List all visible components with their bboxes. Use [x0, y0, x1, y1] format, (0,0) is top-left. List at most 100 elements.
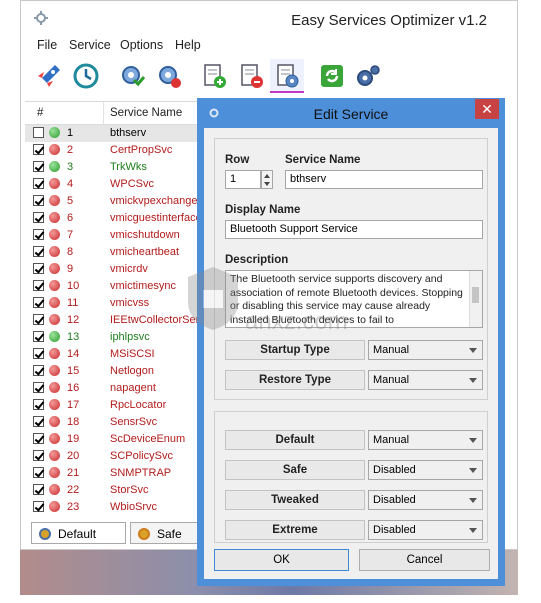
- table-row[interactable]: 17 RpcLocator: [25, 397, 210, 414]
- tab-safe-label: Safe: [157, 527, 182, 541]
- row-checkbox[interactable]: [33, 450, 44, 461]
- add-service-button[interactable]: [197, 59, 231, 93]
- row-checkbox[interactable]: [33, 348, 44, 359]
- row-checkbox[interactable]: [33, 484, 44, 495]
- row-checkbox[interactable]: [33, 263, 44, 274]
- row-checkbox[interactable]: [33, 331, 44, 342]
- row-checkbox[interactable]: [33, 365, 44, 376]
- row-checkbox[interactable]: [33, 127, 44, 138]
- table-row[interactable]: 14 MSiSCSI: [25, 346, 210, 363]
- settings-button[interactable]: [351, 59, 385, 93]
- column-service-name[interactable]: Service Name: [110, 107, 182, 119]
- doc-edit-icon: [277, 64, 299, 88]
- startup-type-select[interactable]: Manual: [368, 340, 483, 360]
- menu-options[interactable]: Options: [120, 38, 163, 52]
- row-checkbox[interactable]: [33, 314, 44, 325]
- table-row[interactable]: 19 ScDeviceEnum: [25, 431, 210, 448]
- optimize-button[interactable]: [32, 59, 66, 93]
- remove-service-button[interactable]: [234, 59, 268, 93]
- extreme-select[interactable]: Disabled: [368, 520, 483, 540]
- row-checkbox[interactable]: [33, 467, 44, 478]
- service-name-field[interactable]: bthserv: [285, 170, 483, 189]
- table-row[interactable]: 13 iphlpsvc: [25, 329, 210, 346]
- row-number: 4: [67, 178, 74, 190]
- row-number: 19: [67, 433, 80, 445]
- refresh-button[interactable]: [315, 59, 349, 93]
- start-service-button[interactable]: [115, 59, 149, 93]
- menu-file[interactable]: File: [37, 38, 57, 52]
- table-row[interactable]: 20 SCPolicySvc: [25, 448, 210, 465]
- row-service-name: Netlogon: [110, 365, 155, 377]
- table-row[interactable]: 6 vmicguestinterface: [25, 210, 210, 227]
- display-name-label: Display Name: [225, 204, 301, 216]
- row-checkbox[interactable]: [33, 297, 44, 308]
- chevron-down-icon: [469, 378, 477, 383]
- rocket-icon: [38, 65, 60, 87]
- doc-add-icon: [204, 64, 226, 88]
- row-service-name: vmicheartbeat: [110, 246, 180, 258]
- cancel-button[interactable]: Cancel: [359, 549, 490, 571]
- table-row[interactable]: 23 WbioSrvc: [25, 499, 210, 516]
- row-service-name: vmicshutdown: [110, 229, 180, 241]
- row-checkbox[interactable]: [33, 382, 44, 393]
- status-stopped-icon: [49, 433, 60, 444]
- row-checkbox[interactable]: [33, 195, 44, 206]
- row-service-name: SensrSvc: [110, 416, 158, 428]
- row-checkbox[interactable]: [33, 144, 44, 155]
- row-checkbox[interactable]: [33, 212, 44, 223]
- row-label: Row: [225, 154, 250, 166]
- status-stopped-icon: [49, 450, 60, 461]
- restore-type-select[interactable]: Manual: [368, 370, 483, 390]
- table-row[interactable]: 11 vmicvss: [25, 295, 210, 312]
- service-info-group: Row 1 Service Name bthserv Display Name …: [214, 138, 488, 400]
- table-row[interactable]: 16 napagent: [25, 380, 210, 397]
- stop-service-button[interactable]: [152, 59, 186, 93]
- status-stopped-icon: [49, 484, 60, 495]
- row-checkbox[interactable]: [33, 280, 44, 291]
- row-checkbox[interactable]: [33, 433, 44, 444]
- table-row[interactable]: 5 vmickvpexchange: [25, 193, 210, 210]
- row-number: 20: [67, 450, 80, 462]
- table-row[interactable]: 2 CertPropSvc: [25, 142, 210, 159]
- row-checkbox[interactable]: [33, 178, 44, 189]
- table-row[interactable]: 15 Netlogon: [25, 363, 210, 380]
- table-row[interactable]: 8 vmicheartbeat: [25, 244, 210, 261]
- row-checkbox[interactable]: [33, 399, 44, 410]
- table-row[interactable]: 18 SensrSvc: [25, 414, 210, 431]
- table-row[interactable]: 10 vmictimesync: [25, 278, 210, 295]
- default-select[interactable]: Manual: [368, 430, 483, 450]
- row-checkbox[interactable]: [33, 246, 44, 257]
- table-row[interactable]: 12 IEEtwCollectorService: [25, 312, 210, 329]
- description-field[interactable]: The Bluetooth service supports discovery…: [225, 270, 483, 328]
- table-row[interactable]: 4 WPCSvc: [25, 176, 210, 193]
- row-stepper[interactable]: 1: [225, 170, 261, 189]
- table-row[interactable]: 21 SNMPTRAP: [25, 465, 210, 482]
- row-checkbox[interactable]: [33, 229, 44, 240]
- table-row[interactable]: 9 vmicrdv: [25, 261, 210, 278]
- safe-select[interactable]: Disabled: [368, 460, 483, 480]
- menu-help[interactable]: Help: [175, 38, 201, 52]
- table-row[interactable]: 7 vmicshutdown: [25, 227, 210, 244]
- restore-button[interactable]: [69, 59, 103, 93]
- tab-default[interactable]: Default: [31, 522, 126, 544]
- status-stopped-icon: [49, 144, 60, 155]
- row-service-name: vmicvss: [110, 297, 150, 309]
- services-list: # Service Name 1 bthserv 2 CertPropSvc 3 TrkW…: [25, 101, 210, 522]
- table-row[interactable]: 1 bthserv: [25, 125, 210, 142]
- column-number[interactable]: #: [37, 107, 43, 119]
- table-row[interactable]: 3 TrkWks: [25, 159, 210, 176]
- status-stopped-icon: [49, 195, 60, 206]
- row-checkbox[interactable]: [33, 161, 44, 172]
- edit-service-button[interactable]: [270, 59, 304, 93]
- gear-red-icon: [159, 66, 181, 88]
- description-scrollbar[interactable]: [469, 271, 482, 327]
- tweaked-select[interactable]: Disabled: [368, 490, 483, 510]
- ok-button[interactable]: OK: [214, 549, 349, 571]
- display-name-field[interactable]: Bluetooth Support Service: [225, 220, 483, 239]
- row-checkbox[interactable]: [33, 501, 44, 512]
- table-row[interactable]: 22 StorSvc: [25, 482, 210, 499]
- row-spinner[interactable]: [261, 170, 273, 189]
- row-checkbox[interactable]: [33, 416, 44, 427]
- menu-service[interactable]: Service: [69, 38, 111, 52]
- close-button[interactable]: ✕: [475, 99, 499, 119]
